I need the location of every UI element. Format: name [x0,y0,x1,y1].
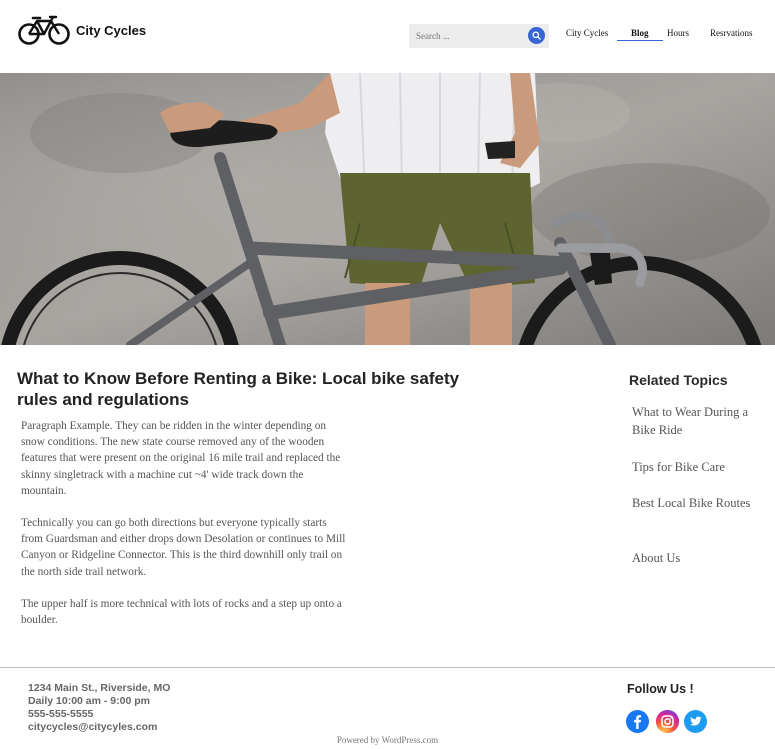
search-input[interactable] [409,24,527,48]
search-icon [532,31,541,40]
facebook-icon[interactable] [626,710,649,733]
article-paragraph-1: Paragraph Example. They can be ridden in… [21,420,341,497]
article-paragraph-2: Technically you can go both directions b… [21,517,346,578]
instagram-icon[interactable] [656,710,679,733]
search-button[interactable] [528,27,545,44]
hero-image [0,73,775,345]
active-nav-underline [617,40,663,41]
related-link-what-to-wear[interactable]: What to Wear During a Bike Ride [632,403,772,439]
nav-city-cycles[interactable]: City Cycles [566,28,608,38]
site-header: City Cycles City Cycles Blog Hours Resrv… [0,0,775,73]
site-logo[interactable]: City Cycles [18,14,146,46]
article-title: What to Know Before Renting a Bike: Loca… [17,369,460,409]
twitter-icon[interactable] [684,710,707,733]
site-name: City Cycles [76,22,147,38]
footer-hours: Daily 10:00 am - 9:00 pm [28,695,150,707]
follow-us-heading: Follow Us ! [627,682,694,696]
related-link-bike-routes[interactable]: Best Local Bike Routes [632,494,772,512]
footer-address: 1234 Main St., Riverside, MO [28,682,171,694]
bicycle-logo-icon [18,15,70,45]
article-paragraph-3: The upper half is more technical with lo… [21,598,342,627]
related-link-bike-care[interactable]: Tips for Bike Care [632,458,772,476]
related-link-about-us[interactable]: About Us [632,549,772,567]
powered-by-link[interactable]: Powered by WordPress.com [0,735,775,745]
nav-reservations[interactable]: Resrvations [710,28,753,38]
footer-email: citycycles@citycyles.com [28,721,158,733]
related-topics-heading: Related Topics [629,372,728,388]
man-with-bicycle-image [0,73,775,345]
nav-hours[interactable]: Hours [667,28,689,38]
nav-blog[interactable]: Blog [631,28,649,38]
footer-divider [0,667,775,668]
footer-phone: 555-555-5555 [28,708,94,720]
